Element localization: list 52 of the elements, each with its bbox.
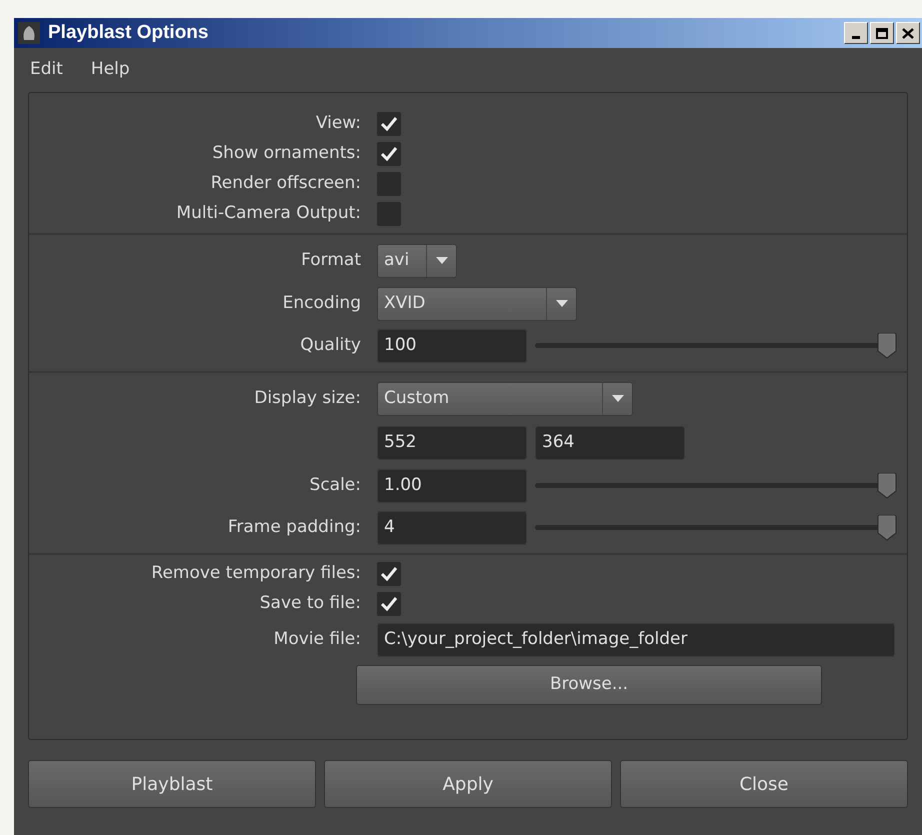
number-field[interactable]: 4 — [377, 511, 527, 545]
checkbox[interactable] — [377, 562, 401, 586]
checkmark-icon — [380, 596, 398, 612]
dropdown[interactable]: Custom — [377, 382, 633, 416]
checkbox[interactable] — [377, 142, 401, 166]
caret-icon — [436, 257, 448, 264]
close-icon — [902, 28, 914, 38]
path-field[interactable]: C:\your_project_folder\image_folder — [377, 623, 895, 657]
app-icon — [18, 22, 40, 44]
field-label: Encoding — [282, 292, 361, 315]
dialog-button[interactable]: Apply — [324, 760, 612, 808]
dropdown[interactable]: avi — [377, 244, 457, 278]
checkmark-icon — [380, 146, 398, 162]
field-label: Remove temporary files: — [151, 562, 361, 586]
minimize-icon — [852, 36, 860, 38]
caret-icon — [612, 395, 624, 402]
checkbox[interactable] — [377, 592, 401, 616]
field-label: Multi-Camera Output: — [176, 202, 361, 226]
slider-handle[interactable] — [877, 515, 897, 541]
field-label: Save to file: — [260, 592, 361, 616]
field-label: Scale: — [310, 474, 361, 498]
menu-item[interactable]: Edit — [30, 57, 63, 83]
checkbox[interactable] — [377, 112, 401, 136]
field-label: Quality — [300, 334, 361, 358]
slider-handle[interactable] — [877, 473, 897, 499]
checkmark-icon — [380, 116, 398, 132]
minimize-button[interactable] — [844, 22, 868, 44]
window-title: Playblast Options — [48, 20, 210, 45]
field-label: Render offscreen: — [210, 172, 361, 196]
number-field[interactable]: 100 — [377, 329, 527, 363]
field-label: Show ornaments: — [212, 142, 361, 166]
checkbox[interactable] — [377, 172, 401, 196]
number-field[interactable]: 1.00 — [377, 469, 527, 503]
number-field[interactable]: 552 — [377, 426, 527, 460]
field-label: Frame padding: — [228, 516, 361, 540]
field-label: Format — [301, 248, 361, 272]
dialog-button[interactable]: Close — [620, 760, 908, 808]
field-label: Display size: — [254, 386, 361, 410]
menu-item[interactable]: Help — [90, 57, 130, 83]
slider-handle[interactable] — [877, 333, 897, 359]
close-button[interactable] — [896, 22, 920, 44]
dialog-button[interactable]: Playblast — [28, 760, 316, 808]
caret-icon — [556, 300, 568, 307]
checkbox[interactable] — [377, 202, 401, 226]
maximize-button[interactable] — [870, 22, 894, 44]
dropdown[interactable]: XVID — [377, 286, 577, 320]
field-label: Movie file: — [274, 628, 361, 652]
checkmark-icon — [380, 566, 398, 582]
field-label: View: — [316, 112, 361, 136]
number-field[interactable]: 364 — [535, 426, 685, 460]
maximize-icon — [876, 28, 888, 38]
browse-button[interactable]: Browse... — [356, 665, 822, 705]
